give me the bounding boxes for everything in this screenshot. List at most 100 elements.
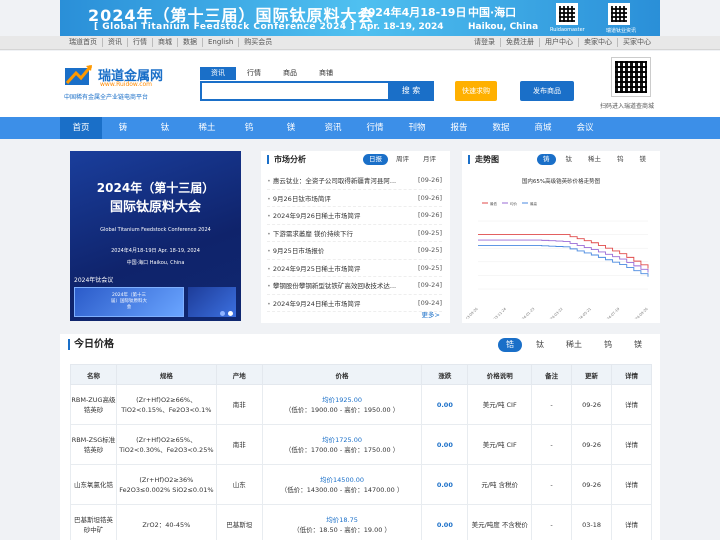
feature-caption: 2024年钛会议 <box>74 277 114 284</box>
list-item[interactable]: 2024年9月26日稀土市场简评 [09-26] <box>267 207 442 225</box>
price-tab-tungsten[interactable]: 钨 <box>596 338 620 352</box>
feature-banner[interactable]: 2024年（第十三届） 国际钛原料大会 Global Titanium Feed… <box>70 151 241 321</box>
user-center-link[interactable]: 用户中心 <box>540 38 579 47</box>
trend-tab-titanium[interactable]: 钛 <box>560 154 579 165</box>
product-spec: (Zr+Hf)O2≥65%、TiO2<0.30%、Fe2O3<0.25% <box>115 424 217 465</box>
nav-item-quotes[interactable]: 行情 <box>354 117 396 139</box>
list-item-title[interactable]: 惠云钛业：全资子公司取得新疆青河县阿... <box>267 175 407 185</box>
topbar-link-data[interactable]: 数据 <box>178 38 203 47</box>
feature-thumbnail[interactable]: 2024年（第十三届）国际钛原料大会 <box>74 287 184 317</box>
list-item-title[interactable]: 9月25日市场报价 <box>267 245 407 255</box>
product-name[interactable]: RBM-ZSG标准锆英砂 <box>70 424 117 465</box>
price-change: 0.00 <box>421 424 469 465</box>
price-tab-titanium[interactable]: 钛 <box>528 338 552 352</box>
nav-item-mall[interactable]: 商城 <box>522 117 564 139</box>
product-price: 均价1925.00 （低价：1900.00 - 高价：1950.00 ） <box>261 384 423 425</box>
list-item-title[interactable]: 攀钢股份攀钢新型钛铁矿高效回收技术达... <box>267 280 407 290</box>
table-row: RBM-ZUG高级锆英砂 (Zr+Hf)O2≥66%、TiO2<0.15%、Fe… <box>70 384 653 425</box>
today-prices-title: 今日价格 <box>68 339 114 350</box>
detail-link[interactable]: 详情 <box>610 424 653 465</box>
main-nav: 首页 铸 钛 稀土 钨 镁 资讯 行情 刊物 报告 数据 商城 会议 <box>0 117 720 139</box>
product-name[interactable]: 山东氧氯化锆 <box>70 464 117 505</box>
product-name[interactable]: 巴基斯坦锆英砂中矿 <box>70 504 117 540</box>
search-tab-quotes[interactable]: 行情 <box>236 67 272 80</box>
column-header: 涨跌 <box>421 364 469 385</box>
list-item[interactable]: 9月26日钛市场简评 [09-26] <box>267 190 442 207</box>
topbar-link-home[interactable]: 瑞道首页 <box>64 38 103 47</box>
list-item[interactable]: 2024年9月25日稀土市场简评 [09-25] <box>267 260 442 277</box>
list-item[interactable]: 下游需求萎靡 镁价持续下行 [09-25] <box>267 225 442 242</box>
list-item-title[interactable]: 9月26日钛市场简评 <box>267 193 407 203</box>
list-item[interactable]: 攀钢股份攀钢新型钛铁矿高效回收技术达... [09-24] <box>267 277 442 295</box>
list-item[interactable]: 惠云钛业：全资子公司取得新疆青河县阿... [09-26] <box>267 172 442 190</box>
price-change: 0.00 <box>421 384 469 425</box>
price-remark: - <box>531 464 573 505</box>
price-trend-chart[interactable]: 国内65%高级锆英砂价格走势图 最低 均价 最高 2023-09-26 2023-11… <box>466 173 656 319</box>
column-header: 更新 <box>571 364 612 385</box>
price-remark: - <box>531 424 573 465</box>
quick-buy-button[interactable]: 快速求购 <box>455 81 497 101</box>
nav-item-zirconium[interactable]: 铸 <box>102 117 144 139</box>
trend-chart-card: 走势图 铸 钛 稀土 钨 镁 国内65%高级锆英砂价格走势图 最低 均价 最高 20… <box>462 151 660 323</box>
list-item-title[interactable]: 下游需求萎靡 镁价持续下行 <box>267 228 407 238</box>
more-link[interactable]: 更多> <box>422 309 440 319</box>
nav-item-reports[interactable]: 报告 <box>438 117 480 139</box>
topbar-link-mall[interactable]: 商城 <box>153 38 178 47</box>
nav-item-news[interactable]: 资讯 <box>312 117 354 139</box>
nav-item-publications[interactable]: 刊物 <box>396 117 438 139</box>
tab-daily[interactable]: 日报 <box>363 154 388 165</box>
search-tab-products[interactable]: 商品 <box>272 67 308 80</box>
list-item-title[interactable]: 2024年9月24日稀土市场简评 <box>267 298 407 308</box>
series-line <box>478 245 649 277</box>
list-item[interactable]: 2024年9月24日稀土市场简评 [09-24] <box>267 295 442 312</box>
nav-item-data[interactable]: 数据 <box>480 117 522 139</box>
logo-icon[interactable] <box>64 65 94 87</box>
tab-monthly[interactable]: 月评 <box>417 154 442 165</box>
price-tab-magnesium[interactable]: 镁 <box>626 338 650 352</box>
trend-tab-magnesium[interactable]: 镁 <box>634 154 653 165</box>
search-input[interactable] <box>200 81 390 101</box>
carousel-dot[interactable] <box>220 311 225 316</box>
list-item-title[interactable]: 2024年9月26日稀土市场简评 <box>267 210 407 220</box>
price-table: 名称 规格 产地 价格 涨跌 价格说明 备注 更新 详情 RBM-ZUG高级锆英… <box>70 364 653 540</box>
utility-bar: 瑞道首页 资讯 行情 商城 数据 English 购买会员 请登录 免费注册 用… <box>0 36 720 50</box>
detail-link[interactable]: 详情 <box>610 464 653 505</box>
nav-item-home[interactable]: 首页 <box>60 117 102 139</box>
trend-tabs: 铸 钛 稀土 钨 镁 <box>537 154 652 165</box>
publish-product-button[interactable]: 发布商品 <box>520 81 574 101</box>
price-tab-zirconium[interactable]: 锆 <box>498 338 522 352</box>
price-range: （低价：14300.00 - 高价：14700.00 ） <box>280 485 404 494</box>
topbar-link-news[interactable]: 资讯 <box>103 38 128 47</box>
topbar-link-membership[interactable]: 购买会员 <box>239 38 277 47</box>
trend-tab-zirconium[interactable]: 铸 <box>537 154 556 165</box>
search-button[interactable]: 搜 索 <box>388 81 434 101</box>
detail-link[interactable]: 详情 <box>610 384 653 425</box>
topbar-link-quotes[interactable]: 行情 <box>128 38 153 47</box>
login-link[interactable]: 请登录 <box>469 38 501 47</box>
nav-item-magnesium[interactable]: 镁 <box>270 117 312 139</box>
buyer-center-link[interactable]: 买家中心 <box>618 38 656 47</box>
price-tab-rare-earth[interactable]: 稀土 <box>558 338 590 352</box>
list-item-title[interactable]: 2024年9月25日稀土市场简评 <box>267 263 407 273</box>
trend-tab-rare-earth[interactable]: 稀土 <box>582 154 607 165</box>
tab-weekly[interactable]: 周评 <box>390 154 415 165</box>
list-item[interactable]: 9月25日市场报价 [09-25] <box>267 242 442 260</box>
carousel-dot[interactable] <box>228 311 233 316</box>
top-banner[interactable]: 2024年（第十三届）国际钛原料大会 2024年4月18-19日 中国·海口 [… <box>60 0 660 36</box>
seller-center-link[interactable]: 卖家中心 <box>579 38 618 47</box>
price-note: 美元/吨度 不含税价 <box>467 504 533 540</box>
search-tab-shops[interactable]: 商铺 <box>308 67 344 80</box>
trend-tab-tungsten[interactable]: 钨 <box>611 154 630 165</box>
chart-title: 国内65%高级锆英砂价格走势图 <box>522 177 601 185</box>
nav-item-tungsten[interactable]: 钨 <box>228 117 270 139</box>
product-name[interactable]: RBM-ZUG高级锆英砂 <box>70 384 117 425</box>
x-tick-label: 2024-09-26 <box>631 307 648 319</box>
x-tick-label: 2024-07-19 <box>603 307 620 319</box>
search-tab-news[interactable]: 资讯 <box>200 67 236 80</box>
nav-item-rare-earth[interactable]: 稀土 <box>186 117 228 139</box>
detail-link[interactable]: 详情 <box>610 504 653 540</box>
topbar-link-english[interactable]: English <box>203 38 240 47</box>
nav-item-conference[interactable]: 会议 <box>564 117 606 139</box>
register-link[interactable]: 免费注册 <box>501 38 540 47</box>
nav-item-titanium[interactable]: 钛 <box>144 117 186 139</box>
